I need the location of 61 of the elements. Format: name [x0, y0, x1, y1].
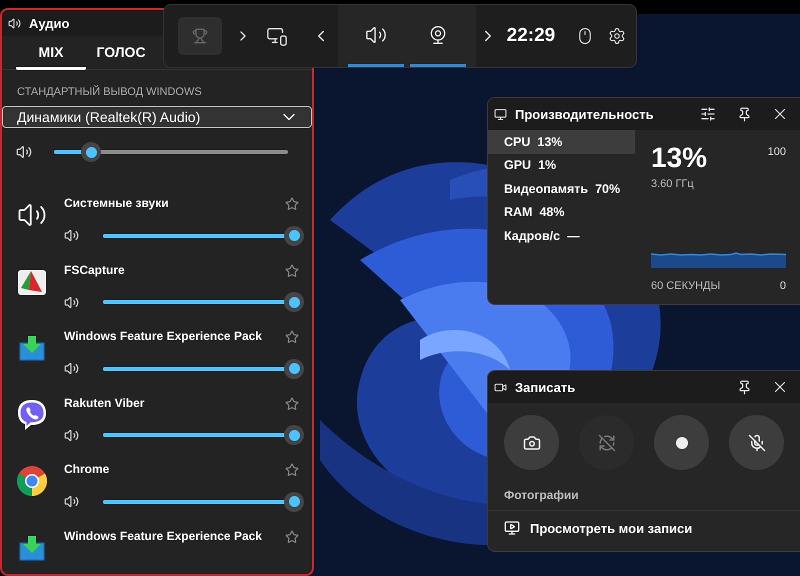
view-recordings-link[interactable]: Просмотреть мои записи — [530, 520, 692, 536]
metric-value: 1% — [538, 158, 556, 172]
download-icon — [18, 534, 46, 561]
ring-logo-icon — [16, 465, 48, 498]
metric-value: 70% — [595, 182, 620, 196]
speaker-icon — [64, 228, 79, 244]
app-name: Windows Feature Experience Pack — [64, 528, 263, 542]
axis-min-label: 0 — [780, 280, 786, 292]
metric-value: — — [567, 228, 580, 243]
frequency-label: 3.60 ГГц — [651, 178, 695, 190]
app-name: FSCapture — [64, 262, 126, 276]
speaker-icon — [64, 428, 79, 443]
app-name: Системные звуки — [64, 196, 170, 210]
tab[interactable]: ГОЛОС — [86, 36, 156, 70]
camera-icon — [522, 434, 540, 452]
speaker-icon — [16, 144, 32, 160]
metric-row[interactable]: CPU 13% — [488, 130, 635, 154]
metric-label: Кадров/с — [504, 228, 560, 243]
metric-label: RAM — [504, 205, 532, 220]
slider-thumb[interactable] — [81, 142, 102, 162]
monitor-play-icon — [504, 520, 520, 536]
metric-row[interactable]: GPU 1% — [488, 154, 635, 177]
app-name: Chrome — [64, 462, 110, 476]
panel-title: Производительность — [515, 106, 654, 122]
caption-label: Фотографии — [503, 487, 580, 504]
panel-title: Аудио — [29, 16, 70, 30]
metric-row[interactable]: Кадров/с — — [488, 224, 635, 248]
record-dot-icon — [676, 436, 688, 448]
panel-title: Записать — [515, 380, 576, 394]
axis-max-label: 100 — [768, 146, 786, 158]
speaker-icon — [8, 16, 21, 30]
cpu-percentage: 13% — [651, 142, 708, 174]
speaker-icon — [64, 361, 79, 376]
monitor-icon — [494, 108, 507, 120]
download-icon — [18, 335, 46, 362]
slider-thumb[interactable] — [284, 425, 304, 446]
speaker-icon — [64, 494, 79, 510]
video-camera-icon — [494, 380, 507, 394]
metric-label: GPU — [504, 158, 532, 172]
slider-thumb[interactable] — [284, 492, 304, 512]
speaker-icon — [64, 294, 79, 310]
tab[interactable]: MIX — [16, 36, 86, 70]
metric-value: 13% — [537, 134, 562, 149]
slider-thumb[interactable] — [284, 226, 304, 246]
mic-off-icon — [748, 434, 766, 452]
metric-row[interactable]: RAM 48% — [488, 200, 635, 224]
metric-value: 48% — [539, 205, 564, 220]
metric-row[interactable]: Видеопамять 70% — [488, 177, 635, 200]
slider-thumb[interactable] — [284, 358, 304, 379]
device-dropdown[interactable]: Динамики (Realtek(R) Audio) — [2, 106, 312, 128]
section-label: СТАНДАРТНЫЙ ВЫВОД WINDOWS — [16, 84, 203, 100]
clock-time: 22:29 — [506, 25, 556, 47]
metric-label: Видеопамять — [504, 182, 588, 196]
time-span-label: 60 СЕКУНДЫ — [651, 280, 720, 292]
slider-thumb[interactable] — [284, 292, 304, 312]
phone-bubble-icon — [17, 398, 47, 431]
triangle-app-icon — [17, 268, 47, 296]
app-name: Windows Feature Experience Pack — [64, 329, 263, 343]
refresh-off-icon — [598, 434, 616, 452]
metric-label: CPU — [504, 134, 530, 149]
app-name: Rakuten Viber — [64, 396, 146, 410]
